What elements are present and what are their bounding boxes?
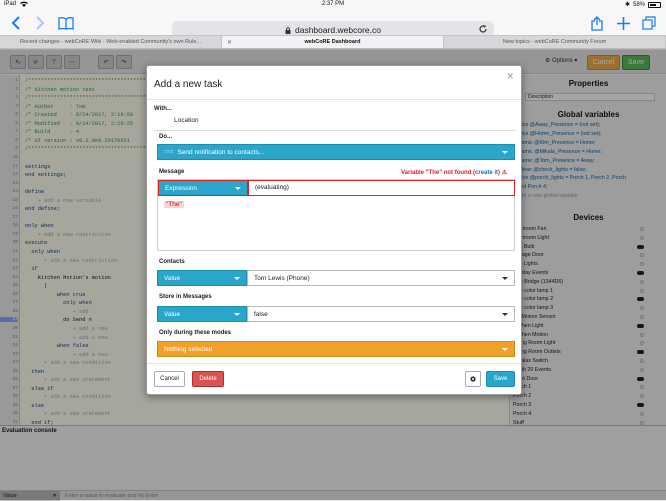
store-type-select[interactable]: Value: [157, 306, 247, 322]
chevron-down-icon: [502, 151, 508, 154]
cancel-button[interactable]: Cancel: [154, 371, 185, 387]
tab-label: Recent changes - webCoRE Wiki - Web-enab…: [20, 39, 201, 45]
reload-icon[interactable]: [478, 24, 488, 34]
close-tab-icon[interactable]: ✕: [227, 39, 232, 46]
gear-icon[interactable]: [465, 371, 481, 387]
with-label: With...: [154, 106, 172, 112]
divider: [147, 363, 521, 364]
status-right: ✱ 58%: [625, 1, 661, 8]
url-text: dashboard.webcore.co: [294, 25, 381, 35]
contacts-select[interactable]: Tom Lewis (Phone): [247, 270, 515, 286]
chevron-down-icon: [234, 313, 240, 316]
store-value: false: [254, 310, 268, 318]
browser-tabs: Recent changes - webCoRE Wiki - Web-enab…: [0, 35, 666, 49]
do-command-value: Send notification to contacts...: [177, 148, 265, 156]
lock-icon: [285, 26, 291, 34]
modes-select[interactable]: Nothing selected: [157, 341, 515, 357]
forward-icon[interactable]: [31, 14, 49, 32]
browser-toolbar: dashboard.webcore.co: [0, 9, 666, 39]
battery-percent: 58%: [632, 1, 645, 8]
message-expression-box: Expression (evaluating) "The": [157, 179, 515, 251]
browser-tab-forum[interactable]: New topics - webCoRE Community Forum: [444, 36, 666, 48]
chevron-down-icon: [502, 277, 508, 280]
chevron-down-icon: [502, 348, 508, 351]
message-type-select[interactable]: Expression: [158, 180, 248, 196]
divider: [154, 130, 516, 131]
message-evaluation: (evaluating): [248, 180, 515, 196]
new-tab-icon[interactable]: [614, 14, 632, 32]
warning-icon: ⚠: [501, 170, 508, 176]
browser-tab-wiki[interactable]: Recent changes - webCoRE Wiki - Web-enab…: [0, 36, 222, 48]
do-command-select[interactable]: cmd Send notification to contacts...: [157, 144, 515, 160]
chevron-down-icon: [235, 187, 241, 190]
contacts-type-value: Value: [164, 274, 181, 282]
bluetooth-icon: ✱: [624, 2, 630, 8]
message-label: Message: [159, 169, 185, 175]
message-error-text: Variable "The" not found: [401, 170, 472, 176]
delete-button[interactable]: Delete: [192, 371, 224, 387]
clock: 2:37 PM: [321, 1, 345, 7]
battery-icon: [648, 1, 661, 8]
chevron-down-icon: [234, 277, 240, 280]
store-type-value: Value: [164, 310, 181, 318]
message-expression-text[interactable]: "The": [164, 201, 184, 208]
command-type-icon: cmd: [164, 149, 174, 155]
status-bar: iPad 2:37 PM ✱ 58%: [0, 0, 666, 9]
contacts-type-select[interactable]: Value: [157, 270, 247, 286]
contacts-label: Contacts: [159, 259, 185, 265]
divider: [147, 99, 521, 100]
with-value: Location: [174, 117, 199, 124]
tabs-icon[interactable]: [640, 14, 658, 32]
share-icon[interactable]: [588, 14, 606, 32]
modes-label: Only during these modes: [159, 330, 232, 336]
tab-label: webCoRE Dashboard: [304, 39, 361, 45]
browser-tab-dashboard[interactable]: ✕ webCoRE Dashboard: [222, 36, 444, 48]
message-type-value: Expression: [165, 184, 198, 192]
add-task-dialog: Add a new task ✕ With... Location Do... …: [146, 65, 522, 395]
do-label: Do...: [159, 134, 172, 140]
dialog-title: Add a new task: [154, 79, 223, 90]
tab-label: New topics - webCoRE Community Forum: [502, 39, 607, 45]
contacts-value: Tom Lewis (Phone): [254, 274, 310, 282]
chevron-down-icon: [502, 313, 508, 316]
bookmarks-icon[interactable]: [57, 14, 75, 32]
store-select[interactable]: false: [247, 306, 515, 322]
message-error: Variable "The" not found (create it) ⚠: [401, 170, 508, 176]
store-label: Store in Messages: [159, 294, 212, 300]
back-icon[interactable]: [7, 14, 25, 32]
close-icon[interactable]: ✕: [506, 71, 514, 82]
create-variable-link[interactable]: create it: [475, 170, 498, 176]
save-button[interactable]: Save: [486, 371, 515, 387]
modes-value: Nothing selected: [164, 345, 213, 353]
